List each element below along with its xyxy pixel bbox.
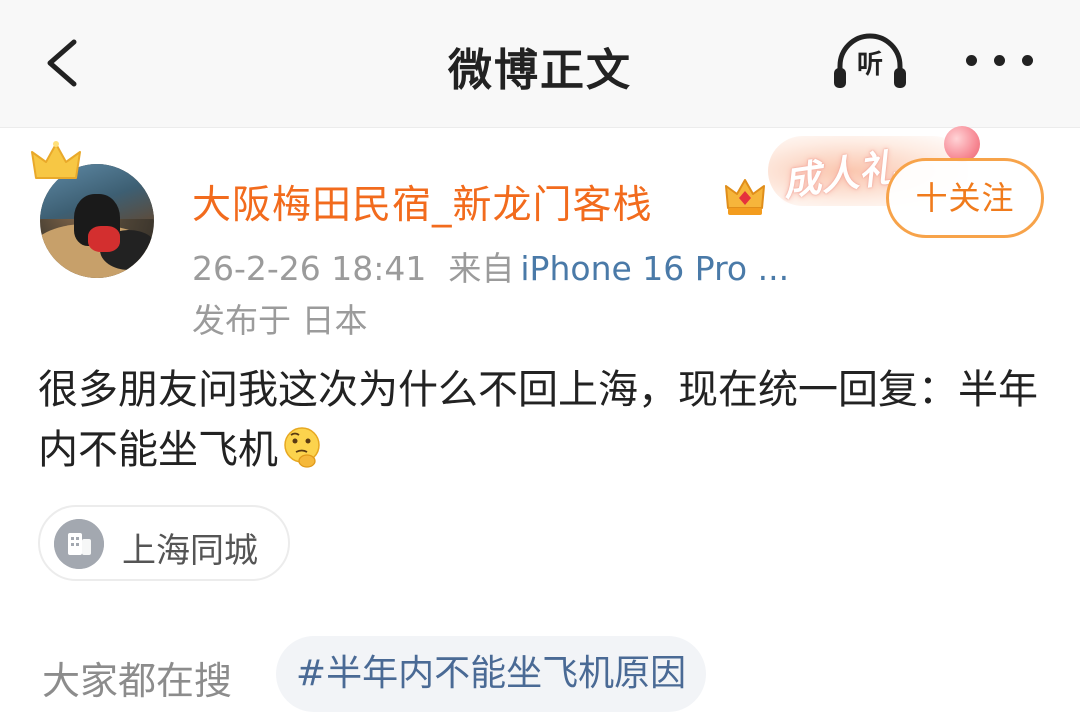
more-dots-icon	[966, 55, 977, 66]
author-name[interactable]: 大阪梅田民宿_新龙门客栈	[192, 174, 653, 230]
listen-label: 听	[856, 50, 883, 80]
vip-crown-badge-icon	[725, 179, 765, 215]
post-meta: 26-2-26 18:41 来自 iPhone 16 Pro ...	[192, 242, 789, 290]
thinking-face-emoji	[284, 427, 320, 468]
more-options-button[interactable]	[960, 40, 1040, 80]
top-navigation-bar: 微博正文 听	[0, 0, 1080, 128]
crown-icon	[31, 141, 81, 179]
post-text-block: 很多朋友问我这次为什么不回上海，现在统一回复：半年内不能坐飞机	[38, 360, 1038, 480]
page-title: 微博正文	[448, 45, 632, 96]
device-link[interactable]: iPhone 16 Pro ...	[520, 249, 789, 288]
more-dots-icon	[1022, 55, 1033, 66]
more-dots-icon	[994, 55, 1005, 66]
author-avatar-area[interactable]	[30, 140, 160, 280]
building-icon	[54, 519, 104, 569]
follow-button[interactable]: 十关注	[886, 158, 1044, 238]
post-location: 发布于 日本	[192, 301, 368, 340]
topic-chip[interactable]: 上海同城	[38, 505, 290, 581]
post-timestamp: 26-2-26 18:41	[192, 249, 427, 288]
topic-chip-label: 上海同城	[122, 531, 258, 571]
weibo-post-page: 微博正文 听 大阪梅田民宿_新龙门客栈 成人礼 十关注 26-2-26 18:4…	[0, 0, 1080, 716]
post-text: 很多朋友问我这次为什么不回上海，现在统一回复：半年内不能坐飞机	[38, 367, 1038, 473]
chevron-left-icon[interactable]	[42, 38, 82, 88]
trending-label: 大家都在搜	[42, 659, 233, 703]
listen-button[interactable]: 听	[832, 32, 908, 92]
source-prefix: 来自	[448, 249, 515, 288]
trending-tag[interactable]: #半年内不能坐飞机原因	[276, 636, 706, 712]
